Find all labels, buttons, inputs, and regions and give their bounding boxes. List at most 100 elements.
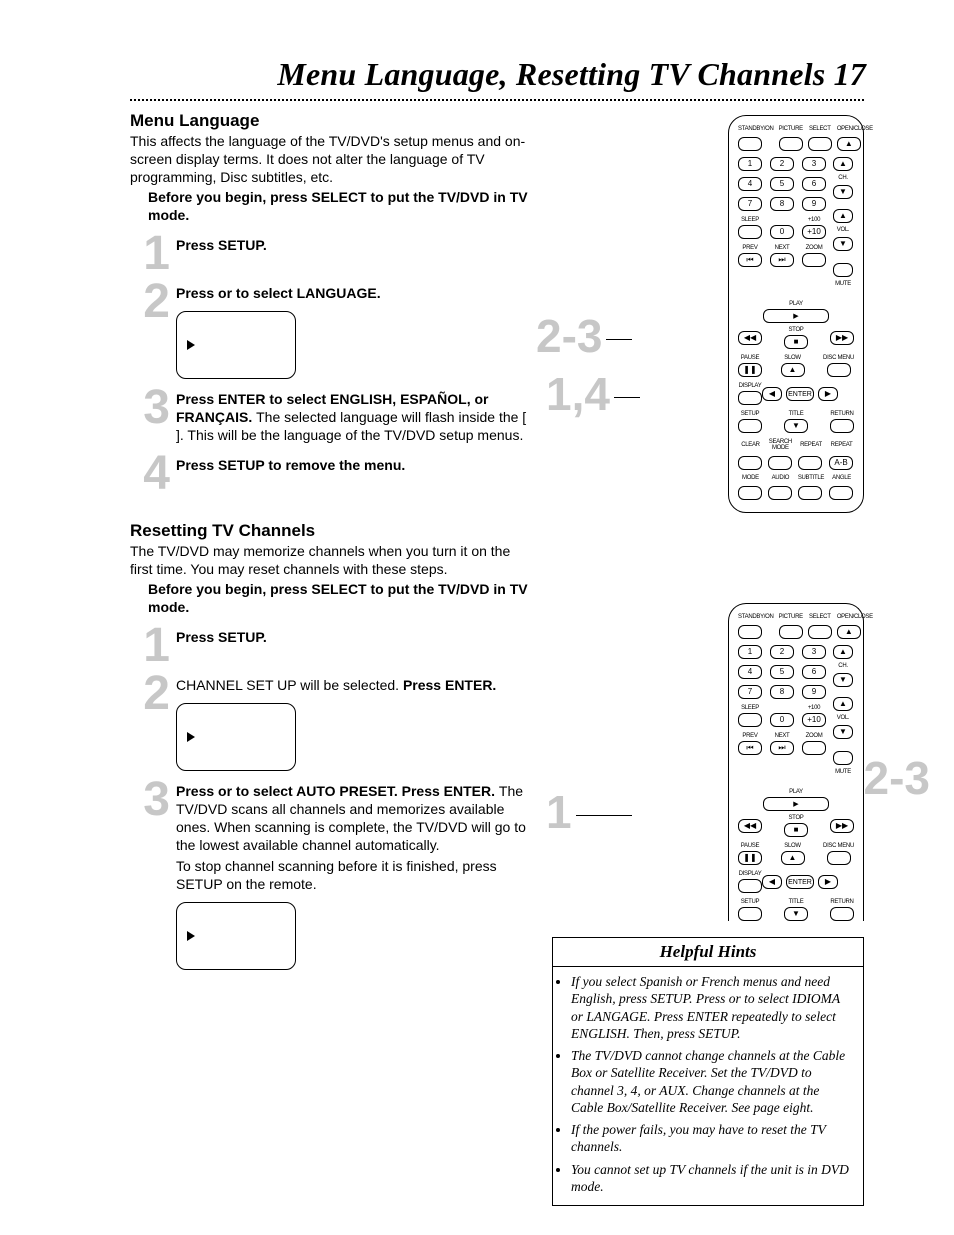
slow-up-button: ▲ [781, 363, 805, 377]
vol-up-button: ▲ [833, 209, 853, 223]
display-button [738, 391, 762, 405]
heading-resetting: Resetting TV Channels [130, 521, 530, 541]
step-text: Press SETUP. [176, 627, 267, 665]
rew-button: ◀◀ [738, 331, 762, 345]
prev-button: ⏮ [738, 741, 762, 755]
vol-up-button: ▲ [833, 697, 853, 711]
ff-button: ▶▶ [830, 819, 854, 833]
num-1: 1 [738, 157, 762, 171]
btn-label: SETUP [741, 899, 760, 905]
btn-label: DISC MENU [823, 355, 854, 361]
num-2: 2 [770, 645, 794, 659]
ml-step-4: 4 Press SETUP to remove the menu. [130, 455, 530, 493]
btn-label: VOL. [837, 715, 849, 721]
btn-label: TITLE [789, 899, 804, 905]
pause-button: ❚❚ [738, 851, 762, 865]
btn-label: NEXT [775, 733, 790, 739]
ml-step-2: 2 Press or to select LANGUAGE. [130, 283, 530, 379]
ch-up-button: ▲ [833, 157, 853, 171]
play-button: ▶ [763, 309, 829, 323]
step-text-bold: Press ENTER. [403, 677, 496, 693]
num-8: 8 [770, 197, 794, 211]
num-5: 5 [770, 177, 794, 191]
num-3: 3 [802, 157, 826, 171]
dotted-rule [130, 99, 864, 101]
standby-button [738, 625, 762, 639]
num-1: 1 [738, 645, 762, 659]
picture-button [779, 137, 803, 151]
enter-button: ENTER [786, 875, 814, 889]
display-button [738, 879, 762, 893]
menu-language-intro: This affects the language of the TV/DVD'… [130, 133, 530, 187]
zoom-button [802, 253, 826, 267]
rs-step-2: 2 CHANNEL SET UP will be selected. Press… [130, 675, 530, 771]
btn-label: SUBTITLE [798, 475, 824, 481]
enter-button: ENTER [786, 387, 814, 401]
mode-button [738, 486, 762, 500]
btn-label: PLAY [789, 789, 803, 795]
search-mode-button [768, 456, 792, 470]
next-button: ⏭ [770, 253, 794, 267]
num-7: 7 [738, 685, 762, 699]
picture-button [779, 625, 803, 639]
num-9: 9 [802, 197, 826, 211]
btn-label: REPEAT [798, 442, 824, 448]
select-button [808, 137, 832, 151]
sleep-button [738, 713, 762, 727]
btn-label: OPEN/CLOSE [837, 614, 873, 620]
right-column: 2-3 1,4 STANDBY/ON PICTURE SELECT OPEN/C… [552, 111, 864, 1206]
step-text: Press SETUP to remove the menu. [176, 455, 405, 493]
btn-label: CH. [838, 663, 847, 669]
num-5: 5 [770, 665, 794, 679]
rs-step-3: 3 Press or to select AUTO PRESET. Press … [130, 781, 530, 970]
sleep-button [738, 225, 762, 239]
page-title: Menu Language, Resetting TV Channels 17 [130, 56, 866, 93]
hint-item: If you select Spanish or French menus an… [571, 973, 853, 1042]
btn-label: STANDBY/ON [738, 126, 774, 132]
step-text-bold: Press or to select AUTO PRESET. Press EN… [176, 783, 499, 799]
btn-label: DISPLAY [739, 383, 762, 389]
stop-button: ■ [784, 823, 808, 837]
btn-label: PREV [742, 733, 757, 739]
btn-label: RETURN [830, 899, 853, 905]
step-number: 1 [130, 235, 176, 273]
num-0: 0 [770, 713, 794, 727]
btn-label: AUDIO [768, 475, 793, 481]
btn-label: STANDBY/ON [738, 614, 774, 620]
pause-button: ❚❚ [738, 363, 762, 377]
btn-label: SLOW [784, 355, 800, 361]
helpful-hints-heading: Helpful Hints [553, 938, 863, 967]
step-text: To stop channel scanning before it is fi… [176, 858, 497, 892]
step-number: 2 [130, 675, 176, 771]
step-number: 4 [130, 455, 176, 493]
stop-button: ■ [784, 335, 808, 349]
btn-label: STOP [788, 327, 803, 333]
btn-label: PAUSE [741, 355, 759, 361]
ch-up-button: ▲ [833, 645, 853, 659]
btn-label: PICTURE [779, 614, 803, 620]
btn-label: DISC MENU [823, 843, 854, 849]
btn-label: SEARCH MODE [768, 439, 793, 451]
num-0: 0 [770, 225, 794, 239]
btn-label: SELECT [808, 126, 832, 132]
btn-label: SLOW [784, 843, 800, 849]
callout-1b: 1 [546, 785, 632, 839]
hint-item: You cannot set up TV channels if the uni… [571, 1161, 853, 1196]
callout-2-3: 2-3 [536, 309, 632, 363]
btn-label: SELECT [808, 614, 832, 620]
helpful-hints-box: Helpful Hints If you select Spanish or F… [552, 937, 864, 1206]
heading-menu-language: Menu Language [130, 111, 530, 131]
step-text: CHANNEL SET UP will be selected. [176, 677, 403, 693]
right-button: ▶ [818, 387, 838, 401]
btn-label: ZOOM [806, 733, 823, 739]
select-button [808, 625, 832, 639]
btn-label: OPEN/CLOSE [837, 126, 873, 132]
num-4: 4 [738, 665, 762, 679]
setup-button [738, 419, 762, 433]
open-close-button: ▲ [837, 625, 861, 639]
mute-button [833, 263, 853, 277]
btn-label: MUTE [835, 769, 851, 775]
prev-button: ⏮ [738, 253, 762, 267]
btn-label: DISPLAY [739, 871, 762, 877]
audio-button [768, 486, 792, 500]
